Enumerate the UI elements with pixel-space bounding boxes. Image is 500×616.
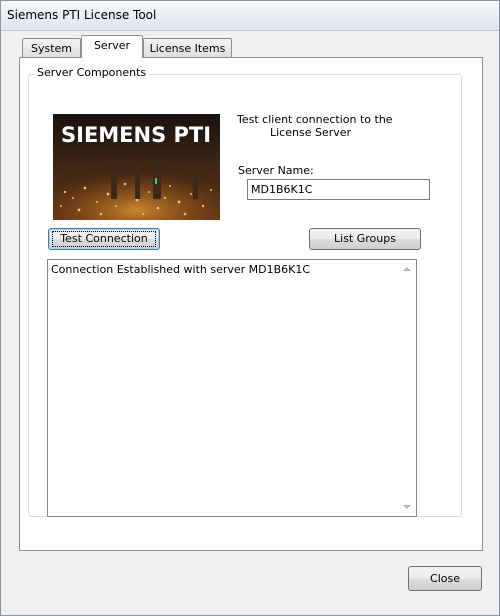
output-text: Connection Established with server MD1B6… [51, 263, 311, 276]
tab-server[interactable]: Server [81, 35, 143, 58]
title-bar[interactable]: Siemens PTI License Tool [1, 1, 499, 31]
city-night-image: SIEMENS PTI [53, 114, 220, 220]
close-button[interactable]: Close [408, 566, 482, 591]
close-button-label: Close [430, 572, 460, 585]
group-label: Server Components [35, 66, 149, 79]
list-groups-button[interactable]: List Groups [309, 228, 421, 250]
server-components-group: Server Components SIEMENS PTI Test clien… [28, 66, 462, 517]
tab-system[interactable]: System [22, 38, 81, 58]
description-line-1: Test client connection to the [237, 113, 393, 126]
output-scrollbar[interactable] [399, 261, 415, 515]
server-name-input[interactable]: MD1B6K1C [247, 179, 430, 200]
list-groups-label: List Groups [334, 232, 396, 245]
tab-license-items[interactable]: License Items [143, 38, 232, 58]
tab-system-label: System [30, 42, 73, 55]
server-name-value: MD1B6K1C [251, 183, 313, 196]
description-line-2: License Server [270, 126, 352, 139]
focus-rect [52, 231, 156, 247]
logo-text: SIEMENS PTI [61, 123, 211, 147]
server-name-label: Server Name: [238, 164, 314, 177]
window-title: Siemens PTI License Tool [7, 8, 157, 22]
siemens-logo-image: SIEMENS PTI [53, 114, 220, 220]
license-tool-window: Siemens PTI License Tool System Server L… [0, 0, 500, 616]
scroll-up-arrow-icon[interactable] [403, 267, 411, 271]
tab-server-label: Server [93, 39, 131, 52]
test-connection-button[interactable]: Test Connection [48, 228, 160, 250]
scroll-down-arrow-icon[interactable] [403, 505, 411, 509]
server-tab-panel: Server Components SIEMENS PTI Test clien… [19, 57, 483, 551]
tab-license-items-label: License Items [149, 42, 226, 55]
output-textbox[interactable]: Connection Established with server MD1B6… [47, 259, 417, 517]
